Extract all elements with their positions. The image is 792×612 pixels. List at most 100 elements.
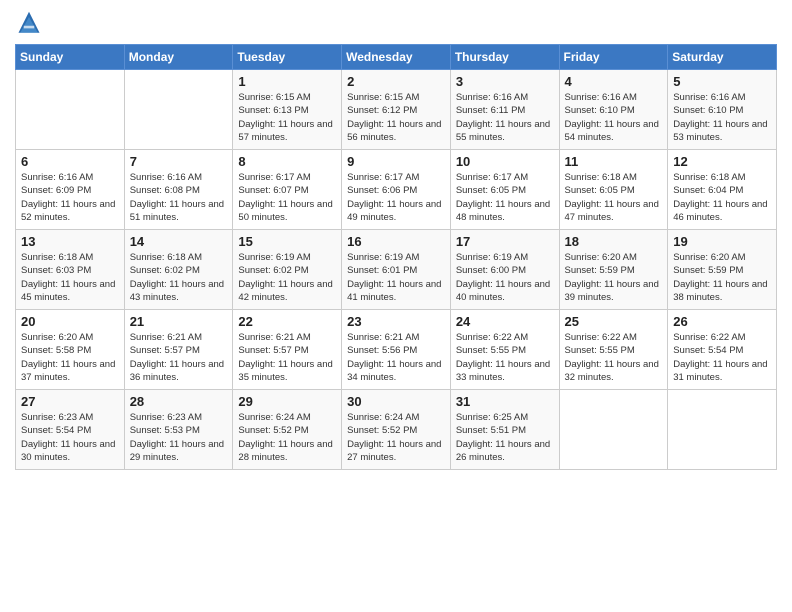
day-number: 26 xyxy=(673,314,771,329)
day-number: 16 xyxy=(347,234,445,249)
calendar-cell xyxy=(668,390,777,470)
calendar-week-4: 20 Sunrise: 6:20 AM Sunset: 5:58 PM Dayli… xyxy=(16,310,777,390)
calendar-cell: 25 Sunrise: 6:22 AM Sunset: 5:55 PM Dayli… xyxy=(559,310,668,390)
cell-info: Sunrise: 6:16 AM Sunset: 6:10 PM Dayligh… xyxy=(673,91,771,144)
header-sunday: Sunday xyxy=(16,45,125,70)
calendar-cell: 29 Sunrise: 6:24 AM Sunset: 5:52 PM Dayli… xyxy=(233,390,342,470)
day-number: 27 xyxy=(21,394,119,409)
header-tuesday: Tuesday xyxy=(233,45,342,70)
cell-info: Sunrise: 6:16 AM Sunset: 6:10 PM Dayligh… xyxy=(565,91,663,144)
cell-info: Sunrise: 6:22 AM Sunset: 5:55 PM Dayligh… xyxy=(565,331,663,384)
day-number: 4 xyxy=(565,74,663,89)
cell-info: Sunrise: 6:20 AM Sunset: 5:58 PM Dayligh… xyxy=(21,331,119,384)
calendar-cell: 26 Sunrise: 6:22 AM Sunset: 5:54 PM Dayli… xyxy=(668,310,777,390)
cell-info: Sunrise: 6:23 AM Sunset: 5:54 PM Dayligh… xyxy=(21,411,119,464)
day-number: 2 xyxy=(347,74,445,89)
cell-info: Sunrise: 6:23 AM Sunset: 5:53 PM Dayligh… xyxy=(130,411,228,464)
day-number: 3 xyxy=(456,74,554,89)
day-number: 7 xyxy=(130,154,228,169)
day-number: 23 xyxy=(347,314,445,329)
calendar-cell: 22Sunrise: 6:21 AM Sunset: 5:57 PM Dayli… xyxy=(233,310,342,390)
cell-info: Sunrise: 6:17 AM Sunset: 6:05 PM Dayligh… xyxy=(456,171,554,224)
day-number: 18 xyxy=(565,234,663,249)
day-number: 11 xyxy=(565,154,663,169)
calendar-cell: 7 Sunrise: 6:16 AM Sunset: 6:08 PM Daylig… xyxy=(124,150,233,230)
day-number: 31 xyxy=(456,394,554,409)
calendar-week-2: 6 Sunrise: 6:16 AM Sunset: 6:09 PM Daylig… xyxy=(16,150,777,230)
calendar-cell xyxy=(16,70,125,150)
day-number: 17 xyxy=(456,234,554,249)
calendar-cell: 14 Sunrise: 6:18 AM Sunset: 6:02 PM Dayli… xyxy=(124,230,233,310)
day-number: 24 xyxy=(456,314,554,329)
day-number: 9 xyxy=(347,154,445,169)
calendar-week-1: 1Sunrise: 6:15 AM Sunset: 6:13 PM Daylig… xyxy=(16,70,777,150)
cell-info: Sunrise: 6:16 AM Sunset: 6:08 PM Dayligh… xyxy=(130,171,228,224)
cell-info: Sunrise: 6:25 AM Sunset: 5:51 PM Dayligh… xyxy=(456,411,554,464)
cell-info: Sunrise: 6:18 AM Sunset: 6:04 PM Dayligh… xyxy=(673,171,771,224)
day-number: 25 xyxy=(565,314,663,329)
calendar-cell: 10 Sunrise: 6:17 AM Sunset: 6:05 PM Dayli… xyxy=(450,150,559,230)
day-number: 21 xyxy=(130,314,228,329)
calendar-cell: 12 Sunrise: 6:18 AM Sunset: 6:04 PM Dayli… xyxy=(668,150,777,230)
calendar-cell: 2 Sunrise: 6:15 AM Sunset: 6:12 PM Daylig… xyxy=(342,70,451,150)
day-number: 6 xyxy=(21,154,119,169)
day-number: 10 xyxy=(456,154,554,169)
calendar-cell: 28Sunrise: 6:23 AM Sunset: 5:53 PM Dayli… xyxy=(124,390,233,470)
header-thursday: Thursday xyxy=(450,45,559,70)
header-saturday: Saturday xyxy=(668,45,777,70)
cell-info: Sunrise: 6:20 AM Sunset: 5:59 PM Dayligh… xyxy=(565,251,663,304)
day-number: 20 xyxy=(21,314,119,329)
logo-icon xyxy=(15,10,43,38)
calendar-cell: 6 Sunrise: 6:16 AM Sunset: 6:09 PM Daylig… xyxy=(16,150,125,230)
cell-info: Sunrise: 6:18 AM Sunset: 6:03 PM Dayligh… xyxy=(21,251,119,304)
day-number: 15 xyxy=(238,234,336,249)
cell-info: Sunrise: 6:24 AM Sunset: 5:52 PM Dayligh… xyxy=(238,411,336,464)
cell-info: Sunrise: 6:24 AM Sunset: 5:52 PM Dayligh… xyxy=(347,411,445,464)
calendar-cell: 16Sunrise: 6:19 AM Sunset: 6:01 PM Dayli… xyxy=(342,230,451,310)
day-number: 8 xyxy=(238,154,336,169)
calendar-cell: 19 Sunrise: 6:20 AM Sunset: 5:59 PM Dayli… xyxy=(668,230,777,310)
logo xyxy=(15,10,47,38)
day-number: 13 xyxy=(21,234,119,249)
cell-info: Sunrise: 6:17 AM Sunset: 6:07 PM Dayligh… xyxy=(238,171,336,224)
calendar-cell: 15 Sunrise: 6:19 AM Sunset: 6:02 PM Dayli… xyxy=(233,230,342,310)
cell-info: Sunrise: 6:19 AM Sunset: 6:00 PM Dayligh… xyxy=(456,251,554,304)
day-number: 22 xyxy=(238,314,336,329)
cell-info: Sunrise: 6:20 AM Sunset: 5:59 PM Dayligh… xyxy=(673,251,771,304)
cell-info: Sunrise: 6:21 AM Sunset: 5:57 PM Dayligh… xyxy=(130,331,228,384)
calendar-cell: 4 Sunrise: 6:16 AM Sunset: 6:10 PM Daylig… xyxy=(559,70,668,150)
calendar-cell: 8 Sunrise: 6:17 AM Sunset: 6:07 PM Daylig… xyxy=(233,150,342,230)
cell-info: Sunrise: 6:15 AM Sunset: 6:13 PM Dayligh… xyxy=(238,91,336,144)
day-number: 5 xyxy=(673,74,771,89)
header-wednesday: Wednesday xyxy=(342,45,451,70)
calendar-header-row: SundayMondayTuesdayWednesdayThursdayFrid… xyxy=(16,45,777,70)
cell-info: Sunrise: 6:18 AM Sunset: 6:02 PM Dayligh… xyxy=(130,251,228,304)
calendar-cell xyxy=(124,70,233,150)
calendar-cell: 23Sunrise: 6:21 AM Sunset: 5:56 PM Dayli… xyxy=(342,310,451,390)
calendar-cell: 20 Sunrise: 6:20 AM Sunset: 5:58 PM Dayli… xyxy=(16,310,125,390)
cell-info: Sunrise: 6:22 AM Sunset: 5:54 PM Dayligh… xyxy=(673,331,771,384)
header-monday: Monday xyxy=(124,45,233,70)
calendar-cell: 11 Sunrise: 6:18 AM Sunset: 6:05 PM Dayli… xyxy=(559,150,668,230)
cell-info: Sunrise: 6:17 AM Sunset: 6:06 PM Dayligh… xyxy=(347,171,445,224)
day-number: 12 xyxy=(673,154,771,169)
calendar-cell: 13 Sunrise: 6:18 AM Sunset: 6:03 PM Dayli… xyxy=(16,230,125,310)
calendar-cell xyxy=(559,390,668,470)
day-number: 29 xyxy=(238,394,336,409)
calendar-cell: 5 Sunrise: 6:16 AM Sunset: 6:10 PM Daylig… xyxy=(668,70,777,150)
calendar-cell: 1Sunrise: 6:15 AM Sunset: 6:13 PM Daylig… xyxy=(233,70,342,150)
calendar-cell: 18 Sunrise: 6:20 AM Sunset: 5:59 PM Dayli… xyxy=(559,230,668,310)
cell-info: Sunrise: 6:18 AM Sunset: 6:05 PM Dayligh… xyxy=(565,171,663,224)
cell-info: Sunrise: 6:15 AM Sunset: 6:12 PM Dayligh… xyxy=(347,91,445,144)
calendar-cell: 27 Sunrise: 6:23 AM Sunset: 5:54 PM Dayli… xyxy=(16,390,125,470)
calendar-week-5: 27 Sunrise: 6:23 AM Sunset: 5:54 PM Dayli… xyxy=(16,390,777,470)
calendar-cell: 30Sunrise: 6:24 AM Sunset: 5:52 PM Dayli… xyxy=(342,390,451,470)
day-number: 19 xyxy=(673,234,771,249)
cell-info: Sunrise: 6:16 AM Sunset: 6:09 PM Dayligh… xyxy=(21,171,119,224)
calendar-cell: 3Sunrise: 6:16 AM Sunset: 6:11 PM Daylig… xyxy=(450,70,559,150)
calendar-cell: 17 Sunrise: 6:19 AM Sunset: 6:00 PM Dayli… xyxy=(450,230,559,310)
day-number: 14 xyxy=(130,234,228,249)
calendar-table: SundayMondayTuesdayWednesdayThursdayFrid… xyxy=(15,44,777,470)
cell-info: Sunrise: 6:19 AM Sunset: 6:02 PM Dayligh… xyxy=(238,251,336,304)
calendar-cell: 31 Sunrise: 6:25 AM Sunset: 5:51 PM Dayli… xyxy=(450,390,559,470)
